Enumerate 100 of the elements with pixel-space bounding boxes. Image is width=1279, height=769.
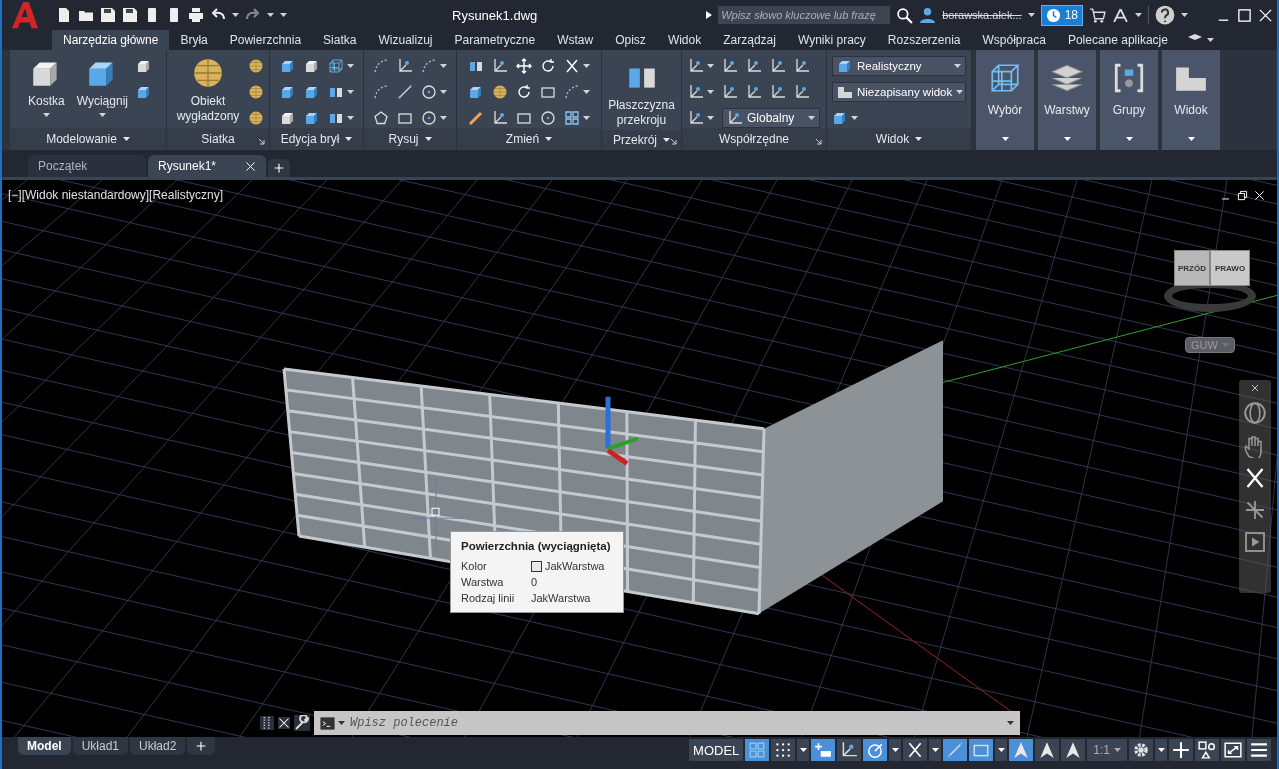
ribbon-tab[interactable]: Parametryczne: [443, 30, 547, 50]
axes-icon[interactable]: [492, 110, 508, 126]
close-icon[interactable]: [1251, 384, 1259, 392]
status-toggle[interactable]: [1061, 739, 1086, 761]
restore-icon[interactable]: [1237, 190, 1248, 201]
axes-icon[interactable]: [746, 58, 762, 74]
line-icon[interactable]: [397, 84, 413, 100]
close-icon[interactable]: [245, 160, 256, 172]
rotate-icon[interactable]: [516, 84, 532, 100]
launcher-icon[interactable]: [258, 138, 265, 145]
cube-icon[interactable]: [279, 84, 296, 100]
ribbon-tab[interactable]: Siatka: [312, 30, 368, 50]
caret-icon[interactable]: [545, 137, 553, 141]
expand-icon[interactable]: [1224, 741, 1242, 759]
caret-icon[interactable]: [338, 721, 345, 725]
search-field[interactable]: Wpisz słowo kluczowe lub frazę: [718, 6, 891, 24]
ribbon-dropdown[interactable]: Niezapisany widok: [832, 82, 966, 102]
cart-icon[interactable]: [1089, 6, 1106, 24]
caret-icon[interactable]: [1125, 137, 1133, 141]
expand-icon[interactable]: [706, 11, 713, 19]
status-toggle[interactable]: [745, 739, 770, 761]
launcher-icon[interactable]: [815, 138, 822, 145]
sphere-icon[interactable]: [248, 84, 264, 100]
ribbon-tab[interactable]: Rozszerzenia: [876, 30, 972, 50]
axes-icon[interactable]: [492, 58, 508, 74]
caret-icon[interactable]: [98, 113, 106, 117]
circle-icon[interactable]: [540, 110, 556, 126]
caret-icon[interactable]: [424, 137, 432, 141]
model-space-button[interactable]: MODEL: [689, 739, 744, 761]
close-icon[interactable]: [278, 717, 290, 729]
caret-icon[interactable]: [346, 116, 354, 120]
axes-icon[interactable]: [722, 58, 738, 74]
view-cube[interactable]: PRZÓD PRAWO: [1152, 238, 1262, 318]
status-toggle[interactable]: [969, 739, 994, 761]
help-icon[interactable]: [1155, 5, 1175, 25]
caret-icon[interactable]: [122, 137, 130, 141]
rect-icon[interactable]: [397, 110, 413, 126]
panel-title[interactable]: Zmień: [505, 132, 540, 146]
caret-icon[interactable]: [954, 64, 961, 68]
command-field[interactable]: Wpisz polecenie: [314, 711, 1020, 735]
circle-icon[interactable]: [421, 84, 437, 100]
ribbon-button[interactable]: Obiekt wygładzony: [172, 54, 244, 126]
caret-icon[interactable]: [808, 116, 815, 120]
cube-icon[interactable]: [468, 84, 484, 100]
close-icon[interactable]: [1258, 7, 1273, 23]
caret-icon[interactable]: [1181, 13, 1188, 17]
axes-icon[interactable]: [397, 58, 413, 74]
layout-tab[interactable]: Model: [18, 737, 71, 755]
status-toggle[interactable]: [837, 739, 862, 761]
cube-icon[interactable]: [303, 84, 320, 100]
sphere-icon[interactable]: [492, 84, 508, 100]
caret-icon[interactable]: [799, 748, 807, 752]
ribbon-tab[interactable]: Widok: [656, 30, 713, 50]
caret-icon[interactable]: [345, 137, 353, 141]
caret-icon[interactable]: [1157, 748, 1165, 752]
pentagon-icon[interactable]: [373, 110, 389, 126]
caret-icon[interactable]: [583, 90, 590, 94]
caret-icon[interactable]: [1001, 137, 1009, 141]
rect-icon[interactable]: [516, 110, 532, 126]
ribbon-tab[interactable]: Wstaw: [546, 30, 605, 50]
status-toggle[interactable]: [903, 739, 928, 761]
caret-icon[interactable]: [1007, 721, 1014, 725]
caret-icon[interactable]: [346, 90, 354, 94]
axes-icon[interactable]: [794, 58, 810, 74]
grid-icon[interactable]: [564, 110, 580, 126]
arc-icon[interactable]: [564, 84, 580, 100]
axes-icon[interactable]: [746, 84, 762, 100]
caret-icon[interactable]: [583, 116, 590, 120]
ribbon-dropdown[interactable]: Globalny: [722, 108, 820, 128]
grip-icon[interactable]: [260, 716, 274, 730]
ribbon-tab[interactable]: Zarządzaj: [712, 30, 787, 50]
user-icon[interactable]: [919, 6, 937, 24]
wall-drawing[interactable]: [282, 340, 943, 616]
wrench-icon[interactable]: [294, 715, 310, 731]
ribbon-tab[interactable]: Narzędzia główne: [52, 30, 170, 50]
ribbon-tab[interactable]: Wyniki pracy: [786, 30, 877, 50]
cube-icon[interactable]: [135, 84, 152, 100]
cube-icon[interactable]: [832, 110, 848, 126]
status-toggle[interactable]: [863, 739, 888, 761]
caret-icon[interactable]: [232, 13, 239, 17]
gear-icon[interactable]: [1132, 741, 1150, 759]
rect-icon[interactable]: [540, 84, 556, 100]
save-icon[interactable]: [122, 7, 138, 23]
ribbon-button[interactable]: Wyciągnij: [72, 54, 132, 119]
caret-icon[interactable]: [42, 113, 50, 117]
caret-icon[interactable]: [1187, 137, 1195, 141]
sphere-icon[interactable]: [248, 110, 264, 126]
ribbon-tab[interactable]: Wizualizuj: [367, 30, 444, 50]
user-name[interactable]: borawska.alek...: [942, 9, 1022, 21]
doc-icon[interactable]: [56, 7, 72, 23]
orbit-icon[interactable]: [1242, 400, 1268, 426]
caret-icon[interactable]: [851, 116, 858, 120]
new-tab-button[interactable]: [268, 159, 290, 177]
pencil-icon[interactable]: [468, 110, 484, 126]
wireframe-cube-icon[interactable]: [327, 58, 344, 74]
ribbon-tab[interactable]: Współpraca: [971, 30, 1057, 50]
status-toggle[interactable]: [1009, 739, 1034, 761]
axes-icon[interactable]: [722, 84, 738, 100]
caret-icon[interactable]: [891, 748, 899, 752]
caret-icon[interactable]: [997, 748, 1005, 752]
